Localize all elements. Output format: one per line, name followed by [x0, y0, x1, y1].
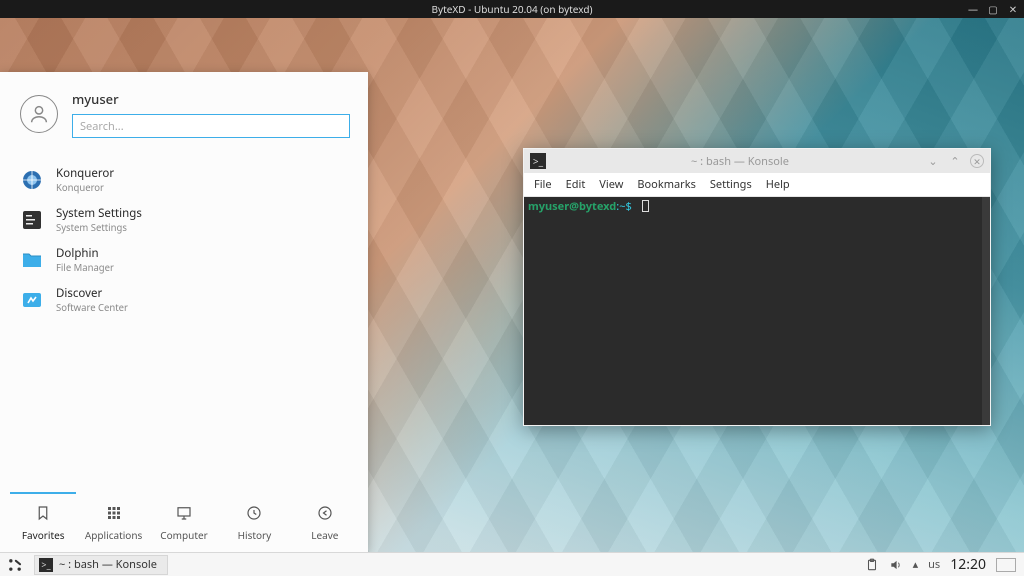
konsole-window-title: ~ : bash — Konsole [554, 154, 926, 169]
app-name: Dolphin [56, 246, 114, 261]
monitor-icon [175, 504, 193, 522]
app-desc: System Settings [56, 221, 142, 234]
tray-expand-arrow-icon[interactable]: ▴ [913, 557, 919, 572]
volume-tray-icon[interactable] [889, 558, 903, 572]
grid-icon [105, 504, 123, 522]
konsole-menubar: File Edit View Bookmarks Settings Help [524, 173, 990, 197]
tab-label: Leave [311, 528, 338, 542]
clock-icon [245, 504, 263, 522]
taskbar-panel: >_ ~ : bash — Konsole ▴ us 12:20 [0, 552, 1024, 576]
terminal-cursor [642, 200, 649, 212]
taskbar-task-konsole[interactable]: >_ ~ : bash — Konsole [34, 555, 168, 575]
vm-minimize-button[interactable]: — [968, 4, 978, 14]
show-desktop-button[interactable] [996, 558, 1016, 572]
clock[interactable]: 12:20 [950, 555, 986, 574]
task-label: ~ : bash — Konsole [59, 557, 157, 572]
user-avatar-icon [20, 95, 58, 133]
menu-help[interactable]: Help [766, 177, 790, 192]
application-launcher-popup: myuser Konqueror Konqueror System Set [0, 72, 368, 552]
menu-settings[interactable]: Settings [710, 177, 752, 192]
tab-leave[interactable]: Leave [292, 492, 358, 542]
menu-file[interactable]: File [534, 177, 552, 192]
desktop[interactable]: myuser Konqueror Konqueror System Set [0, 18, 1024, 552]
tab-favorites[interactable]: Favorites [10, 492, 76, 542]
launcher-tabs: Favorites Applications Computer History … [0, 484, 368, 552]
prompt-user-host: myuser@bytexd [528, 199, 616, 214]
plasma-logo-icon [5, 555, 25, 575]
tab-label: Applications [85, 528, 142, 542]
terminal-icon: >_ [39, 558, 53, 572]
launcher-search-input[interactable] [72, 114, 350, 138]
konsole-window[interactable]: >_ ~ : bash — Konsole ⌄ ⌃ ✕ File Edit Vi… [523, 148, 991, 426]
vm-window-titlebar: ByteXD - Ubuntu 20.04 (on bytexd) — ▢ ✕ [0, 0, 1024, 18]
app-item-dolphin[interactable]: Dolphin File Manager [14, 242, 354, 278]
app-item-discover[interactable]: Discover Software Center [14, 282, 354, 318]
prompt-path: :~$ [616, 199, 632, 214]
konsole-titlebar[interactable]: >_ ~ : bash — Konsole ⌄ ⌃ ✕ [524, 149, 990, 173]
app-desc: Software Center [56, 301, 128, 314]
leave-icon [316, 504, 334, 522]
window-close-button[interactable]: ✕ [970, 154, 984, 168]
tab-label: History [238, 528, 272, 542]
terminal-icon: >_ [530, 153, 546, 169]
window-maximize-button[interactable]: ⌃ [948, 154, 962, 168]
menu-view[interactable]: View [599, 177, 623, 192]
favorites-app-list: Konqueror Konqueror System Settings Syst… [0, 142, 368, 484]
window-minimize-button[interactable]: ⌄ [926, 154, 940, 168]
app-name: System Settings [56, 206, 142, 221]
username-label: myuser [72, 90, 350, 108]
application-launcher-button[interactable] [0, 553, 30, 576]
settings-icon [20, 208, 44, 232]
system-tray: ▴ us 12:20 [865, 555, 1024, 574]
tab-applications[interactable]: Applications [80, 492, 146, 542]
menu-edit[interactable]: Edit [566, 177, 586, 192]
app-item-konqueror[interactable]: Konqueror Konqueror [14, 162, 354, 198]
app-name: Discover [56, 286, 128, 301]
tab-label: Computer [160, 528, 207, 542]
terminal-area[interactable]: myuser@bytexd:~$ [524, 197, 990, 425]
vm-maximize-button[interactable]: ▢ [988, 4, 998, 14]
keyboard-layout-indicator[interactable]: us [928, 557, 940, 572]
tab-history[interactable]: History [221, 492, 287, 542]
tab-label: Favorites [22, 528, 65, 542]
menu-bookmarks[interactable]: Bookmarks [637, 177, 695, 192]
app-item-system-settings[interactable]: System Settings System Settings [14, 202, 354, 238]
tab-computer[interactable]: Computer [151, 492, 217, 542]
clipboard-tray-icon[interactable] [865, 558, 879, 572]
app-desc: File Manager [56, 261, 114, 274]
vm-window-title: ByteXD - Ubuntu 20.04 (on bytexd) [432, 2, 593, 16]
folder-icon [20, 248, 44, 272]
discover-icon [20, 288, 44, 312]
konqueror-icon [20, 168, 44, 192]
app-desc: Konqueror [56, 181, 114, 194]
app-name: Konqueror [56, 166, 114, 181]
bookmark-icon [34, 504, 52, 522]
vm-close-button[interactable]: ✕ [1008, 4, 1018, 14]
